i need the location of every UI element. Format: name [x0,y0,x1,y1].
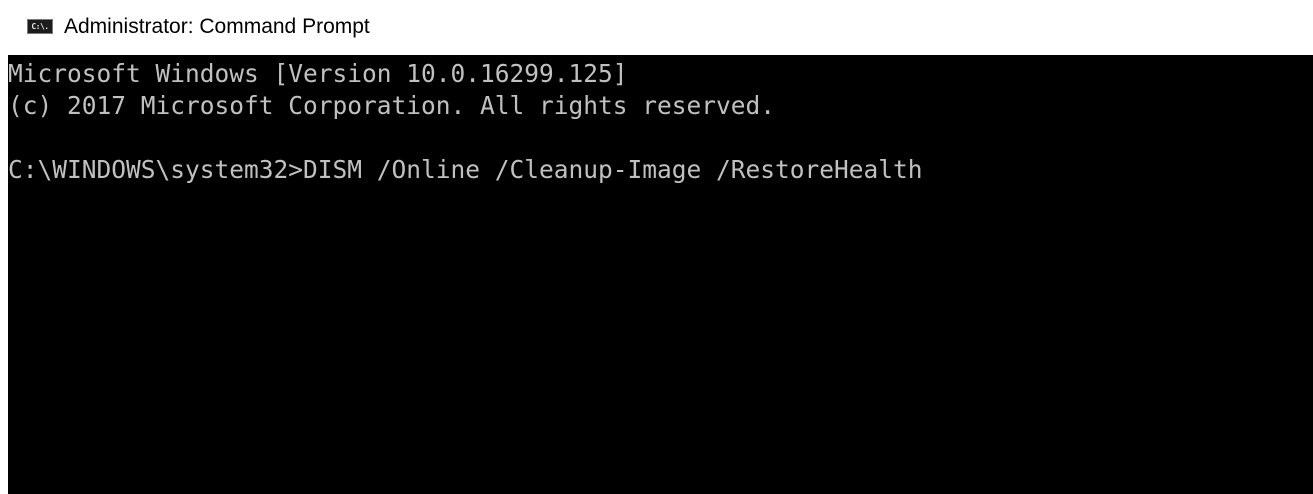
window-title: Administrator: Command Prompt [64,15,370,38]
command-prompt-window: C:\. Administrator: Command Prompt Micro… [0,0,1313,494]
console-line-command: C:\WINDOWS\system32>DISM /Online /Cleanu… [8,155,923,184]
command-prompt-icon-label: C:\. [31,21,49,31]
console-line-version: Microsoft Windows [Version 10.0.16299.12… [8,59,628,88]
console-line-copyright: (c) 2017 Microsoft Corporation. All righ… [8,91,776,120]
command-prompt-icon[interactable]: C:\. [27,19,53,34]
title-bar[interactable]: C:\. Administrator: Command Prompt [0,0,1313,54]
console-area[interactable]: Microsoft Windows [Version 10.0.16299.12… [8,55,1313,494]
